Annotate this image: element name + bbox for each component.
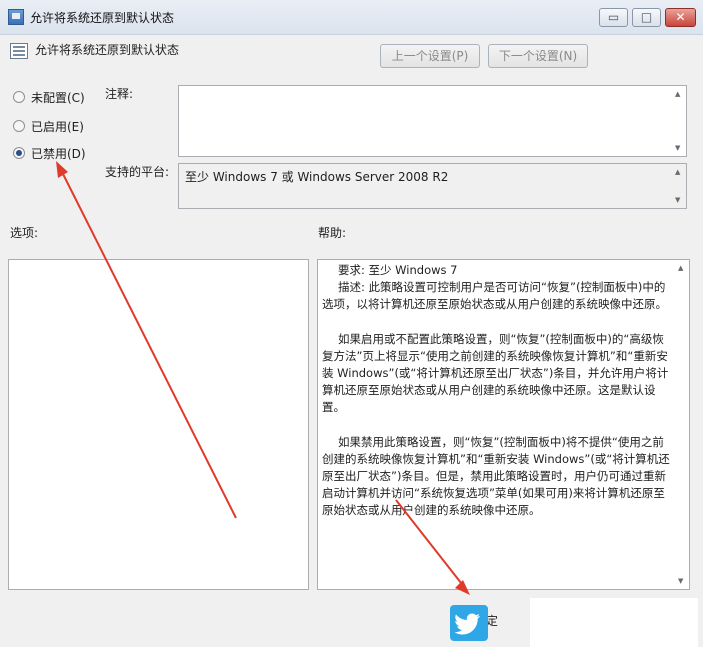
annotation-arrow-to-ok xyxy=(395,499,466,589)
annotation-arrowhead xyxy=(56,161,68,178)
annotation-arrows xyxy=(56,161,470,595)
annotation-arrow-to-disabled xyxy=(59,167,237,519)
annotation-arrowhead xyxy=(455,580,470,595)
